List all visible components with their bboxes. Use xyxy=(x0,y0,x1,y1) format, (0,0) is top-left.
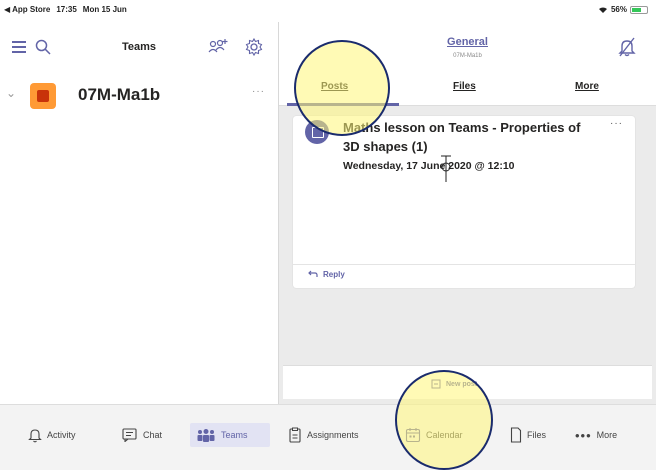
chat-icon xyxy=(122,428,137,442)
post-author-avatar xyxy=(305,120,329,144)
hamburger-icon[interactable] xyxy=(12,41,26,53)
post-date: Wednesday, 17 June 2020 @ 12:10 xyxy=(343,160,515,172)
tab-more[interactable]: More xyxy=(575,81,599,92)
settings-icon[interactable] xyxy=(244,37,264,57)
nav-files[interactable]: Files xyxy=(510,423,546,447)
new-post-label: New post xyxy=(446,380,478,388)
teams-header: Teams xyxy=(0,22,278,72)
battery-percent: 56% xyxy=(610,5,627,14)
team-avatar xyxy=(30,83,56,109)
text-cursor-icon xyxy=(441,155,451,182)
nav-more-label: More xyxy=(596,430,618,440)
activity-bell-icon xyxy=(28,429,42,443)
status-left: ◀ App Store 17:35 Mon 15 Jun xyxy=(4,5,127,14)
channel-header: General 07M-Ma1b xyxy=(279,22,656,72)
battery-icon xyxy=(630,5,648,14)
channel-title[interactable]: General xyxy=(279,36,656,48)
bottom-navigation: Activity Chat Teams Assignments Calendar… xyxy=(0,404,656,470)
reply-button[interactable]: Reply xyxy=(307,270,345,279)
channel-tabs: Posts Files More xyxy=(279,72,656,106)
new-post-button[interactable]: New post xyxy=(431,379,477,389)
add-team-icon[interactable] xyxy=(208,38,228,56)
back-to-app-store-link[interactable]: ◀ App Store xyxy=(4,5,50,14)
nav-activity[interactable]: Activity xyxy=(28,423,76,447)
post-divider xyxy=(293,264,635,265)
nav-activity-label: Activity xyxy=(47,430,76,440)
status-date: Mon 15 Jun xyxy=(82,5,127,14)
nav-calendar-label: Calendar xyxy=(426,430,463,440)
post-title: Maths lesson on Teams - Properties of 3D… xyxy=(343,120,581,154)
page-title: Teams xyxy=(122,41,157,53)
new-post-icon xyxy=(431,379,441,389)
teams-list-pane: Teams ⌄ 07M-Ma1b ··· xyxy=(0,22,278,404)
files-icon xyxy=(510,427,522,443)
nav-calendar[interactable]: Calendar xyxy=(405,423,463,447)
tab-files[interactable]: Files xyxy=(453,81,476,92)
teams-icon xyxy=(197,429,215,442)
calendar-icon xyxy=(405,428,421,443)
nav-teams-label: Teams xyxy=(221,430,248,440)
status-bar: ◀ App Store 17:35 Mon 15 Jun 56% xyxy=(0,0,656,22)
more-dots-icon: ••• xyxy=(575,427,592,443)
status-time: 17:35 xyxy=(56,5,77,14)
new-post-bar: New post xyxy=(283,365,652,399)
nav-more[interactable]: ••• More xyxy=(575,423,617,447)
assignments-icon xyxy=(289,427,301,443)
nav-chat[interactable]: Chat xyxy=(122,423,162,447)
team-row[interactable]: ⌄ 07M-Ma1b ··· xyxy=(0,76,278,114)
nav-assignments[interactable]: Assignments xyxy=(288,423,359,447)
reply-icon xyxy=(308,270,318,277)
nav-teams[interactable]: Teams xyxy=(190,423,270,447)
post-card[interactable]: Maths lesson on Teams - Properties of 3D… xyxy=(293,116,635,288)
nav-files-label: Files xyxy=(527,430,547,440)
channel-pane: General 07M-Ma1b Posts Files More Maths … xyxy=(279,22,656,404)
team-more-options-button[interactable]: ··· xyxy=(252,86,265,97)
tab-posts[interactable]: Posts xyxy=(321,81,348,92)
reply-label: Reply xyxy=(323,270,345,279)
wifi-icon xyxy=(598,6,607,13)
channel-subtitle: 07M-Ma1b xyxy=(453,53,482,59)
bell-off-icon[interactable] xyxy=(618,37,636,57)
status-right: 56% xyxy=(598,5,648,14)
post-more-options-button[interactable]: ··· xyxy=(610,118,623,129)
search-icon[interactable] xyxy=(34,38,52,56)
nav-chat-label: Chat xyxy=(143,430,163,440)
team-name[interactable]: 07M-Ma1b xyxy=(78,85,160,105)
nav-assignments-label: Assignments xyxy=(307,430,359,440)
active-tab-indicator xyxy=(287,103,399,106)
chevron-down-icon[interactable]: ⌄ xyxy=(6,86,16,100)
